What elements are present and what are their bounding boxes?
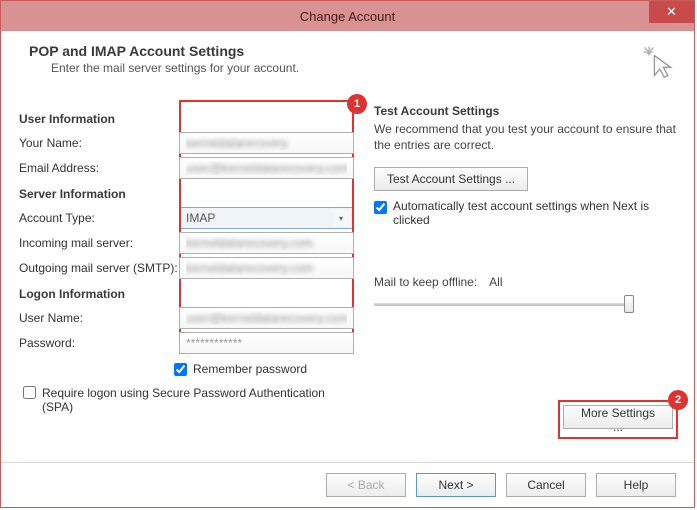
your-name-input[interactable] [179,132,354,154]
auto-test-checkbox[interactable] [374,201,387,214]
slider-track [374,303,634,306]
label-remember: Remember password [193,362,307,376]
label-email: Email Address: [19,161,179,175]
test-account-desc: We recommend that you test your account … [374,122,676,153]
section-logon-info: Logon Information [19,287,354,301]
account-type-value: IMAP [186,211,215,225]
right-column: Test Account Settings We recommend that … [374,104,676,414]
change-account-window: Change Account ✕ POP and IMAP Account Se… [0,0,695,508]
section-server-info: Server Information [19,187,354,201]
callout-badge-1: 1 [347,94,367,114]
remember-password-checkbox[interactable] [174,363,187,376]
mail-keep-slider[interactable] [374,295,634,313]
label-user-name: User Name: [19,311,179,325]
label-spa: Require logon using Secure Password Auth… [42,386,342,414]
callout-badge-2: 2 [668,390,688,410]
test-account-button[interactable]: Test Account Settings ... [374,167,528,191]
cursor-sparkle-icon [640,43,676,82]
highlight-box-more-settings: 2 More Settings ... [558,400,678,439]
more-settings-button[interactable]: More Settings ... [563,405,673,429]
incoming-server-input[interactable] [179,232,354,254]
outgoing-server-input[interactable] [179,257,354,279]
spa-checkbox[interactable] [23,386,36,399]
chevron-down-icon: ▾ [333,210,349,226]
header-subtitle: Enter the mail server settings for your … [29,61,299,75]
label-your-name: Your Name: [19,136,179,150]
close-button[interactable]: ✕ [649,1,694,23]
mail-keep-value: All [489,275,502,289]
label-password: Password: [19,336,179,350]
dialog-header: POP and IMAP Account Settings Enter the … [19,43,676,90]
email-input[interactable] [179,157,354,179]
left-column: 1 User Information Your Name: Email Addr… [19,104,354,414]
window-title: Change Account [300,9,395,24]
label-auto-test: Automatically test account settings when… [393,199,676,227]
dialog-footer: < Back Next > Cancel Help [1,462,694,507]
help-button[interactable]: Help [596,473,676,497]
next-button[interactable]: Next > [416,473,496,497]
close-icon: ✕ [666,4,677,20]
user-name-input[interactable] [179,307,354,329]
titlebar: Change Account ✕ [1,1,694,31]
section-user-info: User Information [19,112,354,126]
slider-thumb[interactable] [624,295,634,313]
label-outgoing: Outgoing mail server (SMTP): [19,261,179,275]
label-incoming: Incoming mail server: [19,236,179,250]
account-type-select[interactable]: IMAP ▾ [179,207,354,229]
back-button[interactable]: < Back [326,473,406,497]
label-mail-keep: Mail to keep offline: [374,275,477,289]
cancel-button[interactable]: Cancel [506,473,586,497]
header-title: POP and IMAP Account Settings [29,43,244,59]
test-account-heading: Test Account Settings [374,104,676,118]
password-input[interactable] [179,332,354,354]
label-account-type: Account Type: [19,211,179,225]
